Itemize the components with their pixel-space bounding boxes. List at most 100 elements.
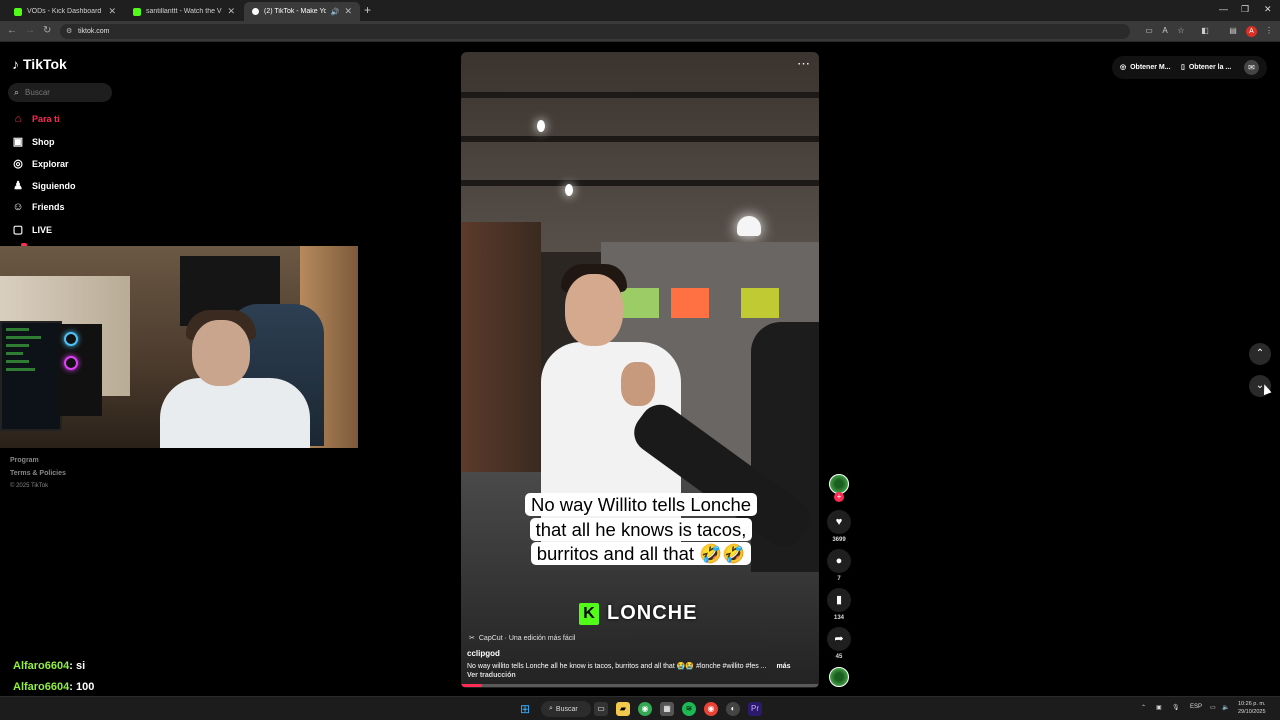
more-options-icon[interactable]: ⋯: [797, 56, 810, 72]
search-input[interactable]: ⌕ Buscar: [8, 83, 112, 102]
video-player[interactable]: No way Willito tells Lonche that all he …: [461, 52, 819, 688]
language-indicator[interactable]: ESP: [1190, 704, 1202, 710]
share-button[interactable]: ➦: [827, 627, 851, 651]
tab-kick-dashboard[interactable]: VODs - Kick Dashboard ✕: [6, 2, 124, 21]
url-text: tiktok.com: [78, 28, 110, 35]
sidebar-item-explorar[interactable]: ◎ Explorar: [12, 157, 69, 170]
like-button[interactable]: ♥: [827, 510, 851, 534]
volume-icon[interactable]: 🔈: [1222, 704, 1229, 711]
sidebar-item-label: Shop: [32, 136, 55, 147]
share-count: 45: [835, 654, 843, 660]
video-progress-bar[interactable]: [461, 684, 819, 687]
restore-icon[interactable]: ❐: [1241, 4, 1249, 15]
follow-plus-icon[interactable]: +: [834, 492, 844, 502]
tab-title: VODs - Kick Dashboard: [27, 8, 102, 15]
chat-username: Alfaro6604: [13, 681, 70, 693]
tray-chevron-icon[interactable]: ⌃: [1141, 704, 1146, 711]
sidebar-item-shop[interactable]: ▣ Shop: [12, 135, 55, 148]
search-icon: ⌕: [549, 705, 553, 712]
taskbar-clock[interactable]: 10:26 p. m. 29/10/2025: [1238, 700, 1266, 716]
close-window-icon[interactable]: ✕: [1264, 4, 1272, 15]
logo-text: TikTok: [23, 56, 67, 72]
premiere-icon[interactable]: Pr: [748, 702, 762, 716]
site-info-icon[interactable]: ⚙: [66, 27, 72, 35]
overlay-name: LONCHE: [607, 602, 698, 624]
chrome-active-icon[interactable]: ◉: [704, 702, 718, 716]
cast-icon[interactable]: ▭: [1144, 26, 1154, 36]
see-more-link[interactable]: más: [776, 663, 790, 670]
minimize-icon[interactable]: —: [1219, 4, 1228, 14]
tiktok-logo[interactable]: ♪ TikTok: [12, 56, 67, 72]
previous-video-button[interactable]: ⌃: [1249, 343, 1271, 365]
comment-count: 7: [837, 576, 841, 582]
url-field[interactable]: ⚙ tiktok.com: [60, 24, 1130, 39]
sidepanel-icon[interactable]: ▤: [1228, 26, 1238, 36]
task-view-icon[interactable]: ▭: [594, 702, 608, 716]
back-icon[interactable]: ←: [7, 25, 17, 36]
chrome-icon[interactable]: ◉: [638, 702, 652, 716]
tab-title: santillanttt - Watch the VOD on: [146, 8, 222, 15]
share-icon: ➦: [834, 633, 844, 645]
close-tab-icon[interactable]: ✕: [227, 6, 235, 17]
following-icon: ♟: [13, 180, 23, 192]
video-subject-image: [565, 274, 623, 346]
browser-menu-icon[interactable]: ⋮: [1264, 26, 1274, 36]
new-tab-button[interactable]: +: [364, 3, 371, 17]
chevron-up-icon: ⌃: [1255, 348, 1265, 359]
sidebar-item-live[interactable]: ▢ LIVE: [12, 223, 52, 236]
video-author[interactable]: cclipgod: [467, 649, 500, 658]
sidebar-item-friends[interactable]: ☺ Friends: [12, 201, 64, 213]
creator-avatar[interactable]: [829, 474, 849, 494]
get-coins-button[interactable]: ◎ Obtener M...: [1120, 58, 1171, 76]
see-translation-link[interactable]: Ver traducción: [467, 672, 516, 679]
tab-tiktok[interactable]: (2) TikTok - Make Your Day 🔊 ✕: [244, 2, 360, 21]
forward-icon[interactable]: →: [25, 25, 35, 36]
webcam-overlay: [0, 246, 358, 448]
save-button[interactable]: ▮: [827, 588, 851, 612]
sidebar-item-siguiendo[interactable]: ♟ Siguiendo: [12, 179, 75, 192]
tiktok-icon: [252, 8, 259, 15]
capcut-tag[interactable]: ✂ CapCut · Una edición más fácil: [469, 634, 575, 643]
search-icon: ⌕: [14, 87, 20, 97]
profile-avatar[interactable]: A: [1246, 26, 1257, 37]
windows-start-icon[interactable]: ⊞: [518, 702, 532, 716]
taskbar-search[interactable]: ⌕ Buscar: [541, 701, 591, 717]
close-tab-icon[interactable]: ✕: [344, 6, 352, 17]
heart-icon: ♥: [835, 516, 843, 528]
sidebar-item-label: Explorar: [32, 158, 69, 169]
store-icon[interactable]: ▦: [660, 702, 674, 716]
file-explorer-icon[interactable]: ▰: [616, 702, 630, 716]
network-icon[interactable]: ▭: [1210, 704, 1216, 711]
like-count: 3699: [832, 537, 846, 543]
close-tab-icon[interactable]: ✕: [108, 6, 116, 17]
clock-time: 10:26 p. m.: [1238, 701, 1266, 707]
taskbar-search-label: Buscar: [555, 705, 578, 713]
bookmark-star-icon[interactable]: ☆: [1176, 26, 1186, 36]
tray-app-icon[interactable]: ▣: [1156, 704, 1162, 711]
terms-link[interactable]: Terms & Policies: [10, 467, 66, 480]
home-icon: ⌂: [14, 113, 22, 125]
progress-fill: [461, 684, 483, 687]
program-link[interactable]: Program: [10, 454, 66, 467]
clock-date: 29/10/2025: [1238, 709, 1266, 715]
sidebar-item-para-ti[interactable]: ⌂ Para ti: [12, 113, 60, 125]
kick-icon: [14, 7, 22, 16]
speaker-icon[interactable]: 🔊: [331, 8, 340, 16]
kick-icon: [133, 7, 141, 16]
reload-icon[interactable]: ↻: [43, 25, 51, 36]
messages-icon[interactable]: ✉: [1244, 60, 1259, 75]
extensions-icon[interactable]: ◧: [1200, 26, 1210, 36]
friends-icon: ☺: [12, 201, 24, 213]
spotify-icon[interactable]: ≋: [682, 702, 696, 716]
get-app-button[interactable]: ▯ Obtener la ...: [1181, 58, 1231, 76]
tab-kick-vod[interactable]: santillanttt - Watch the VOD on ✕: [125, 2, 243, 21]
get-coins-label: Obtener M...: [1130, 63, 1171, 71]
app-icon[interactable]: ◐: [726, 702, 740, 716]
phone-icon: ▯: [1181, 64, 1185, 71]
comment-button[interactable]: ●: [827, 549, 851, 573]
shop-icon: ▣: [12, 136, 24, 148]
microphone-icon[interactable]: 🎙: [1172, 704, 1180, 711]
translate-icon[interactable]: A: [1160, 26, 1170, 36]
save-count: 134: [833, 615, 844, 621]
sound-disc-icon[interactable]: [829, 667, 849, 687]
